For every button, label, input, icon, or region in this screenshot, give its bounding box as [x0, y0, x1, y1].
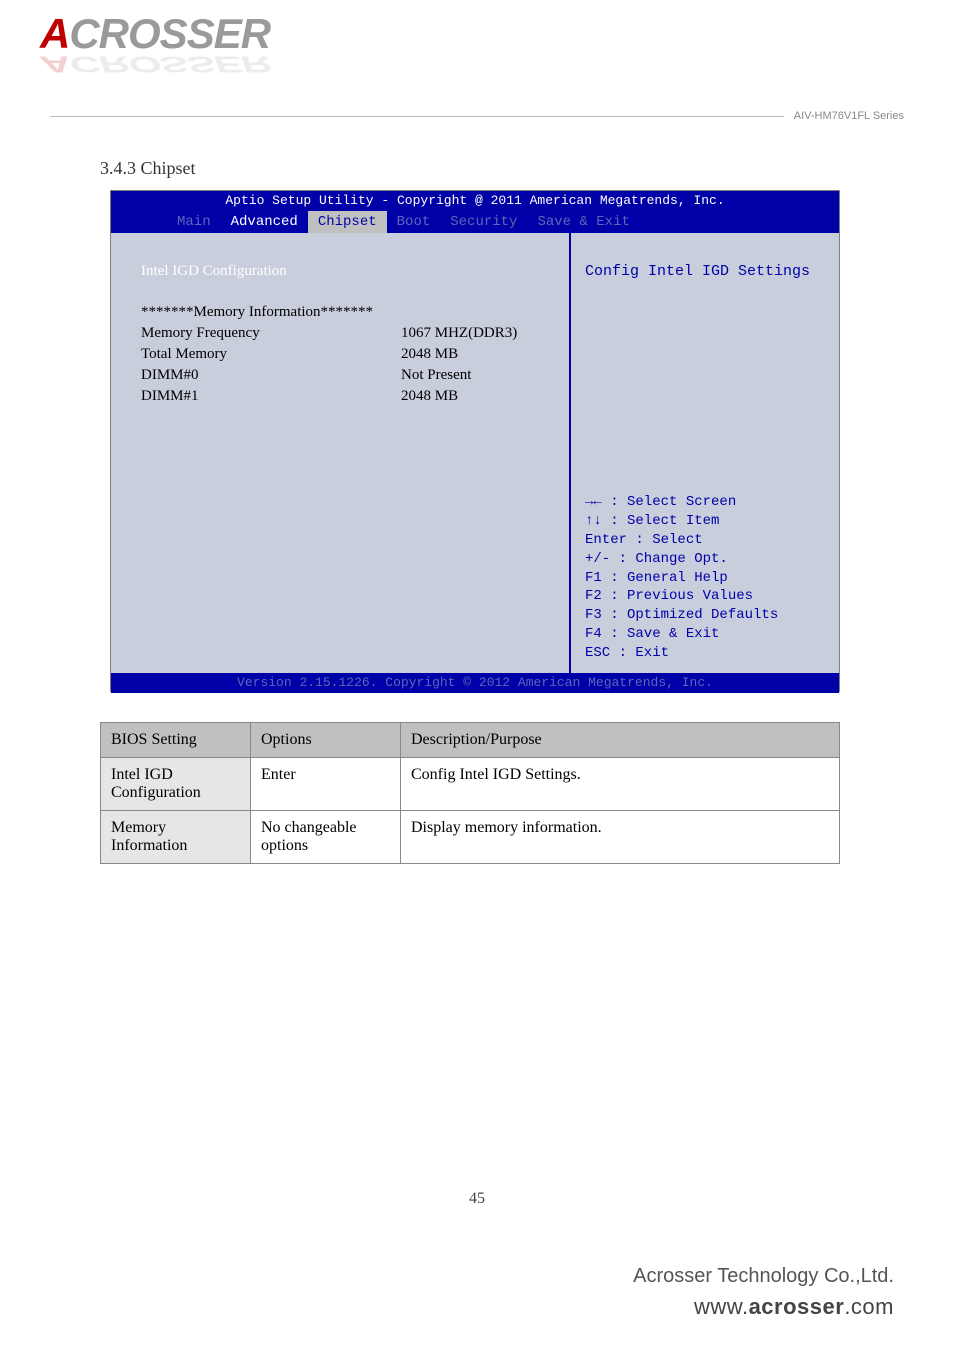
- memory-row-label: DIMM#0: [141, 367, 401, 384]
- tab-advanced[interactable]: Advanced: [221, 211, 308, 233]
- company-name: Acrosser Technology Co.,Ltd.: [633, 1265, 894, 1288]
- page-footer: Acrosser Technology Co.,Ltd. www.acrosse…: [633, 1265, 894, 1320]
- tab-security[interactable]: Security: [440, 211, 527, 233]
- table-row: Memory Information No changeable options…: [101, 811, 840, 864]
- key-hint: ESC : Exit: [585, 644, 829, 663]
- memory-row-label: Total Memory: [141, 346, 401, 363]
- bios-submenu-intel-igd[interactable]: Intel IGD Configuration: [141, 263, 549, 280]
- bios-tab-bar: Main Advanced Chipset Boot Security Save…: [111, 211, 839, 233]
- divider: [50, 116, 784, 117]
- memory-info-header: *******Memory Information*******: [141, 304, 401, 321]
- table-header: BIOS Setting: [101, 723, 251, 758]
- tab-main[interactable]: Main: [167, 211, 221, 233]
- table-header: Options: [251, 723, 401, 758]
- document-title-row: AIV-HM76V1FL Series: [50, 110, 904, 122]
- key-hint: F3 : Optimized Defaults: [585, 606, 829, 625]
- tab-chipset[interactable]: Chipset: [308, 211, 387, 233]
- memory-row-value: 2048 MB: [401, 346, 458, 363]
- table-cell: Display memory information.: [401, 811, 840, 864]
- memory-row: DIMM#1 2048 MB: [141, 388, 549, 405]
- bios-main-panel: Intel IGD Configuration *******Memory In…: [111, 233, 571, 673]
- company-url: www.acrosser.com: [633, 1294, 894, 1320]
- memory-row: Total Memory 2048 MB: [141, 346, 549, 363]
- bios-help-text: Config Intel IGD Settings: [571, 233, 839, 483]
- bios-screenshot: Aptio Setup Utility - Copyright @ 2011 A…: [110, 190, 840, 692]
- brand-logo: ACROSSER ACROSSER: [40, 10, 310, 70]
- table-cell: Enter: [251, 758, 401, 811]
- memory-row-value: 2048 MB: [401, 388, 458, 405]
- description-table: BIOS Setting Options Description/Purpose…: [100, 722, 840, 864]
- bios-key-help: →← : Select Screen ↑↓ : Select Item Ente…: [571, 483, 839, 673]
- memory-row-value: 1067 MHZ(DDR3): [401, 325, 517, 342]
- memory-row: Memory Frequency 1067 MHZ(DDR3): [141, 325, 549, 342]
- table-header-row: BIOS Setting Options Description/Purpose: [101, 723, 840, 758]
- key-hint: F4 : Save & Exit: [585, 625, 829, 644]
- key-hint: →← : Select Screen: [585, 493, 829, 512]
- tab-save-exit[interactable]: Save & Exit: [527, 211, 639, 233]
- key-hint: F2 : Previous Values: [585, 587, 829, 606]
- document-title: AIV-HM76V1FL Series: [794, 110, 904, 122]
- table-cell: No changeable options: [251, 811, 401, 864]
- section-heading: 3.4.3 Chipset: [100, 158, 196, 179]
- memory-row-label: DIMM#1: [141, 388, 401, 405]
- table-row: Intel IGD Configuration Enter Config Int…: [101, 758, 840, 811]
- bios-footer-bar: Version 2.15.1226. Copyright © 2012 Amer…: [111, 673, 839, 693]
- table-cell: Config Intel IGD Settings.: [401, 758, 840, 811]
- table-cell: Memory Information: [101, 811, 251, 864]
- key-hint: Enter : Select: [585, 531, 829, 550]
- table-header: Description/Purpose: [401, 723, 840, 758]
- key-hint: +/- : Change Opt.: [585, 550, 829, 569]
- bios-title-bar: Aptio Setup Utility - Copyright @ 2011 A…: [111, 191, 839, 211]
- key-hint: ↑↓ : Select Item: [585, 512, 829, 531]
- page-number: 45: [0, 1190, 954, 1208]
- table-cell: Intel IGD Configuration: [101, 758, 251, 811]
- memory-row-value: Not Present: [401, 367, 471, 384]
- memory-row: DIMM#0 Not Present: [141, 367, 549, 384]
- tab-boot[interactable]: Boot: [387, 211, 441, 233]
- memory-row-label: Memory Frequency: [141, 325, 401, 342]
- key-hint: F1 : General Help: [585, 569, 829, 588]
